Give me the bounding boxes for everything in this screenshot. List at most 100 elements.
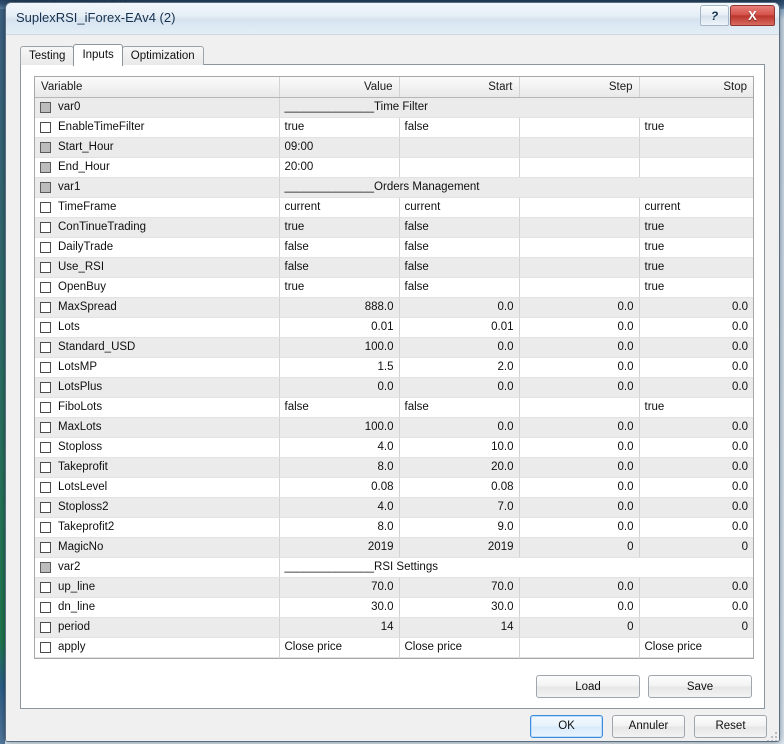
start-cell[interactable]: Close price xyxy=(399,637,519,657)
variable-cell[interactable]: EnableTimeFilter xyxy=(35,117,279,137)
variable-cell[interactable]: apply xyxy=(35,637,279,657)
checkbox-icon[interactable] xyxy=(40,522,51,533)
variable-cell[interactable]: Stoploss2 xyxy=(35,497,279,517)
start-cell[interactable]: 2.0 xyxy=(399,357,519,377)
step-cell[interactable] xyxy=(519,257,639,277)
variable-cell[interactable]: LotsLevel xyxy=(35,477,279,497)
cancel-button[interactable]: Annuler xyxy=(612,715,685,738)
value-cell[interactable]: Close price xyxy=(279,637,399,657)
table-row[interactable]: Takeprofit8.020.00.00.0 xyxy=(35,457,753,477)
start-cell[interactable]: 0.0 xyxy=(399,337,519,357)
checkbox-icon[interactable] xyxy=(40,222,51,233)
checkbox-icon[interactable] xyxy=(40,182,51,193)
start-cell[interactable]: 0.08 xyxy=(399,477,519,497)
table-row[interactable]: Standard_USD100.00.00.00.0 xyxy=(35,337,753,357)
table-row[interactable]: FiboLotsfalsefalsetrue xyxy=(35,397,753,417)
start-cell[interactable]: false xyxy=(399,237,519,257)
value-cell[interactable]: 4.0 xyxy=(279,497,399,517)
table-row[interactable]: DailyTradefalsefalsetrue xyxy=(35,237,753,257)
step-cell[interactable]: 0.0 xyxy=(519,497,639,517)
step-cell[interactable]: 0.0 xyxy=(519,437,639,457)
variable-cell[interactable]: ConTinueTrading xyxy=(35,217,279,237)
start-cell[interactable]: current xyxy=(399,197,519,217)
stop-cell[interactable]: 0.0 xyxy=(639,317,753,337)
column-header-step[interactable]: Step xyxy=(519,77,639,97)
checkbox-icon[interactable] xyxy=(40,382,51,393)
table-row[interactable]: period141400 xyxy=(35,617,753,637)
checkbox-icon[interactable] xyxy=(40,242,51,253)
table-row[interactable]: Lots0.010.010.00.0 xyxy=(35,317,753,337)
table-row[interactable]: var1______________Orders Management xyxy=(35,177,753,197)
variable-cell[interactable]: TimeFrame xyxy=(35,197,279,217)
checkbox-icon[interactable] xyxy=(40,482,51,493)
checkbox-icon[interactable] xyxy=(40,202,51,213)
checkbox-icon[interactable] xyxy=(40,402,51,413)
checkbox-icon[interactable] xyxy=(40,122,51,133)
checkbox-icon[interactable] xyxy=(40,602,51,613)
table-row[interactable]: Start_Hour09:00 xyxy=(35,137,753,157)
start-cell[interactable]: 0.01 xyxy=(399,317,519,337)
variable-cell[interactable]: LotsPlus xyxy=(35,377,279,397)
start-cell[interactable]: 0.0 xyxy=(399,417,519,437)
stop-cell[interactable]: 0.0 xyxy=(639,517,753,537)
step-cell[interactable] xyxy=(519,157,639,177)
variable-cell[interactable]: DailyTrade xyxy=(35,237,279,257)
column-header-start[interactable]: Start xyxy=(399,77,519,97)
value-cell[interactable]: false xyxy=(279,397,399,417)
step-cell[interactable] xyxy=(519,277,639,297)
save-button[interactable]: Save xyxy=(648,675,752,698)
value-cell[interactable]: 09:00 xyxy=(279,137,399,157)
stop-cell[interactable]: true xyxy=(639,217,753,237)
step-cell[interactable]: 0 xyxy=(519,617,639,637)
step-cell[interactable] xyxy=(519,217,639,237)
start-cell[interactable]: 10.0 xyxy=(399,437,519,457)
table-row[interactable]: var2______________RSI Settings xyxy=(35,557,753,577)
step-cell[interactable]: 0.0 xyxy=(519,457,639,477)
step-cell[interactable]: 0.0 xyxy=(519,377,639,397)
variable-cell[interactable]: var1 xyxy=(35,177,279,197)
stop-cell[interactable]: 0.0 xyxy=(639,577,753,597)
checkbox-icon[interactable] xyxy=(40,462,51,473)
table-row[interactable]: MagicNo2019201900 xyxy=(35,537,753,557)
stop-cell[interactable]: 0.0 xyxy=(639,337,753,357)
value-cell[interactable]: 70.0 xyxy=(279,577,399,597)
table-row[interactable]: MaxSpread888.00.00.00.0 xyxy=(35,297,753,317)
variable-cell[interactable]: Lots xyxy=(35,317,279,337)
step-cell[interactable] xyxy=(519,197,639,217)
value-cell[interactable]: 0.0 xyxy=(279,377,399,397)
variable-cell[interactable]: MagicNo xyxy=(35,537,279,557)
step-cell[interactable]: 0.0 xyxy=(519,337,639,357)
variable-cell[interactable]: Stoploss xyxy=(35,437,279,457)
table-row[interactable]: Takeprofit28.09.00.00.0 xyxy=(35,517,753,537)
variable-cell[interactable]: var0 xyxy=(35,97,279,117)
checkbox-icon[interactable] xyxy=(40,442,51,453)
table-row[interactable]: TimeFramecurrentcurrentcurrent xyxy=(35,197,753,217)
start-cell[interactable]: false xyxy=(399,397,519,417)
start-cell[interactable]: false xyxy=(399,217,519,237)
variable-cell[interactable]: MaxLots xyxy=(35,417,279,437)
close-icon[interactable]: X xyxy=(730,5,775,26)
start-cell[interactable]: 14 xyxy=(399,617,519,637)
table-row[interactable]: var0______________Time Filter xyxy=(35,97,753,117)
stop-cell[interactable]: 0.0 xyxy=(639,477,753,497)
start-cell[interactable]: 0.0 xyxy=(399,297,519,317)
step-cell[interactable] xyxy=(519,397,639,417)
variable-cell[interactable]: LotsMP xyxy=(35,357,279,377)
stop-cell[interactable]: true xyxy=(639,397,753,417)
stop-cell[interactable]: 0.0 xyxy=(639,357,753,377)
table-row[interactable]: End_Hour20:00 xyxy=(35,157,753,177)
stop-cell[interactable]: 0.0 xyxy=(639,497,753,517)
table-row[interactable]: OpenBuytruefalsetrue xyxy=(35,277,753,297)
variable-cell[interactable]: End_Hour xyxy=(35,157,279,177)
step-cell[interactable] xyxy=(519,137,639,157)
stop-cell[interactable] xyxy=(639,137,753,157)
value-cell[interactable]: false xyxy=(279,237,399,257)
variable-cell[interactable]: MaxSpread xyxy=(35,297,279,317)
start-cell[interactable]: 30.0 xyxy=(399,597,519,617)
checkbox-icon[interactable] xyxy=(40,562,51,573)
step-cell[interactable]: 0 xyxy=(519,537,639,557)
step-cell[interactable] xyxy=(519,117,639,137)
checkbox-icon[interactable] xyxy=(40,322,51,333)
table-row[interactable]: up_line70.070.00.00.0 xyxy=(35,577,753,597)
resize-grip[interactable] xyxy=(765,730,777,742)
